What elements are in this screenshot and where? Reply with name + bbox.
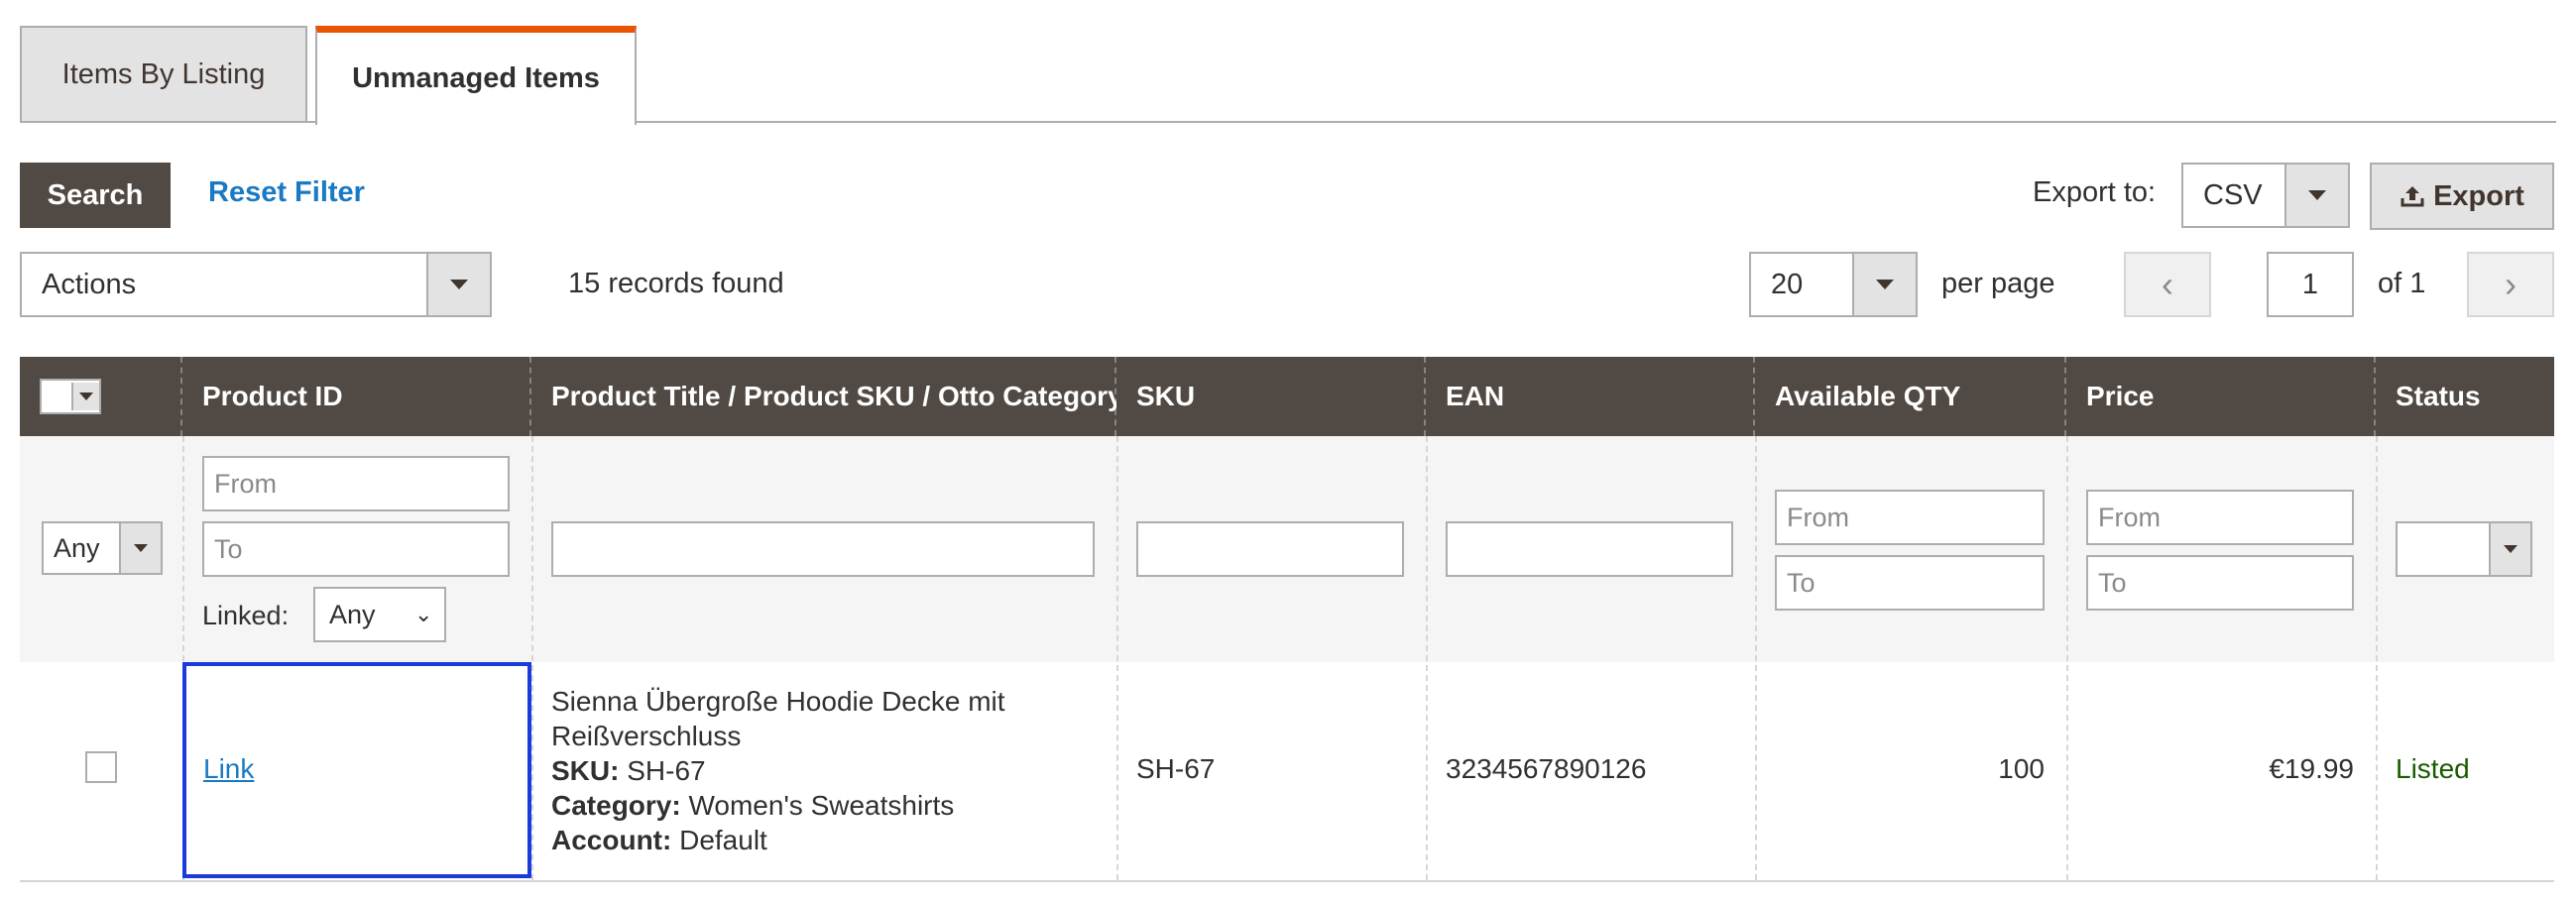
reset-filter-link[interactable]: Reset Filter xyxy=(208,176,365,209)
chevron-left-icon: ‹ xyxy=(2162,264,2173,304)
product-title-input[interactable] xyxy=(551,521,1095,577)
actions-value: Actions xyxy=(42,268,137,300)
column-header-price[interactable]: Price xyxy=(2066,357,2376,436)
row-checkbox[interactable] xyxy=(85,751,117,783)
per-page-label: per page xyxy=(1941,268,2055,299)
upload-icon xyxy=(2400,186,2424,207)
mass-select-control[interactable] xyxy=(40,379,101,414)
chevron-down-icon: ⌄ xyxy=(414,602,433,626)
sku-input[interactable] xyxy=(1136,521,1404,577)
search-button[interactable]: Search xyxy=(20,163,171,228)
search-button-label: Search xyxy=(47,178,144,211)
product-account-line: Account: Default xyxy=(551,825,767,855)
export-button-label: Export xyxy=(2433,179,2524,212)
product-id-link[interactable]: Link xyxy=(203,753,254,785)
per-page-select[interactable]: 20 xyxy=(1749,252,1918,317)
column-header-status[interactable]: Status xyxy=(2376,357,2554,436)
header-mass-select xyxy=(20,357,182,436)
column-divider xyxy=(1116,436,1118,880)
tab-label: Items By Listing xyxy=(61,57,266,90)
tab-items-by-listing[interactable]: Items By Listing xyxy=(20,26,307,123)
checkbox[interactable] xyxy=(42,383,71,410)
product-title-continued: Reißverschluss xyxy=(551,721,742,751)
export-format-select[interactable]: CSV xyxy=(2181,163,2350,228)
tab-mask xyxy=(317,119,635,125)
linked-select[interactable]: Any ⌄ xyxy=(313,587,446,642)
column-header-ean[interactable]: EAN xyxy=(1426,357,1755,436)
column-divider xyxy=(2066,436,2068,880)
chevron-down-icon xyxy=(2489,523,2530,575)
chevron-down-icon xyxy=(1852,254,1916,315)
linked-value: Any xyxy=(329,599,376,629)
sku-cell: SH-67 xyxy=(1136,753,1216,784)
ean-cell: 3234567890126 xyxy=(1446,753,1647,784)
next-page-button[interactable]: › xyxy=(2467,252,2554,317)
price-from-input[interactable]: From xyxy=(2086,490,2354,545)
column-header-product-id[interactable]: Product ID xyxy=(182,357,531,436)
records-found: 15 records found xyxy=(568,268,784,299)
mass-filter-select[interactable]: Any xyxy=(42,521,163,575)
product-id-from-input[interactable]: From xyxy=(202,456,510,511)
ean-input[interactable] xyxy=(1446,521,1733,577)
page-total: of 1 xyxy=(2378,268,2426,299)
product-category-line: Category: Women's Sweatshirts xyxy=(551,790,955,821)
tab-label: Unmanaged Items xyxy=(352,62,600,94)
qty-to-input[interactable]: To xyxy=(1775,555,2045,611)
actions-select[interactable]: Actions xyxy=(20,252,492,317)
column-divider xyxy=(531,436,533,880)
status-filter-select[interactable] xyxy=(2396,521,2532,577)
product-title-cell: Sienna Übergroße Hoodie Decke mit Reißve… xyxy=(551,684,1107,857)
export-button[interactable]: Export xyxy=(2370,163,2554,230)
price-to-input[interactable]: To xyxy=(2086,555,2354,611)
column-divider xyxy=(2376,436,2378,880)
tab-unmanaged-items[interactable]: Unmanaged Items xyxy=(315,26,637,125)
mass-filter-value: Any xyxy=(54,532,100,563)
product-id-to-input[interactable]: To xyxy=(202,521,510,577)
page-number-input[interactable]: 1 xyxy=(2267,252,2354,317)
column-divider xyxy=(1755,436,1757,880)
column-divider xyxy=(1426,436,1428,880)
product-sku-line: SKU: SH-67 xyxy=(551,755,706,786)
chevron-down-icon[interactable] xyxy=(71,383,99,410)
column-header-product-title[interactable]: Product Title / Product SKU / Otto Categ… xyxy=(531,357,1123,436)
product-title: Sienna Übergroße Hoodie Decke mit xyxy=(551,686,1005,717)
price-cell: €19.99 xyxy=(2269,753,2354,784)
chevron-down-icon xyxy=(2284,165,2348,226)
column-header-available-qty[interactable]: Available QTY xyxy=(1755,357,2066,436)
linked-label: Linked: xyxy=(202,601,290,630)
qty-from-input[interactable]: From xyxy=(1775,490,2045,545)
column-header-sku[interactable]: SKU xyxy=(1116,357,1426,436)
previous-page-button[interactable]: ‹ xyxy=(2124,252,2211,317)
chevron-right-icon: › xyxy=(2505,264,2517,304)
per-page-value: 20 xyxy=(1771,268,1804,300)
status-cell: Listed xyxy=(2396,753,2470,784)
export-format-value: CSV xyxy=(2203,178,2263,211)
available-qty-cell: 100 xyxy=(1998,753,2045,784)
chevron-down-icon xyxy=(119,523,161,573)
chevron-down-icon xyxy=(426,254,490,315)
export-to-label: Export to: xyxy=(2033,176,2157,208)
